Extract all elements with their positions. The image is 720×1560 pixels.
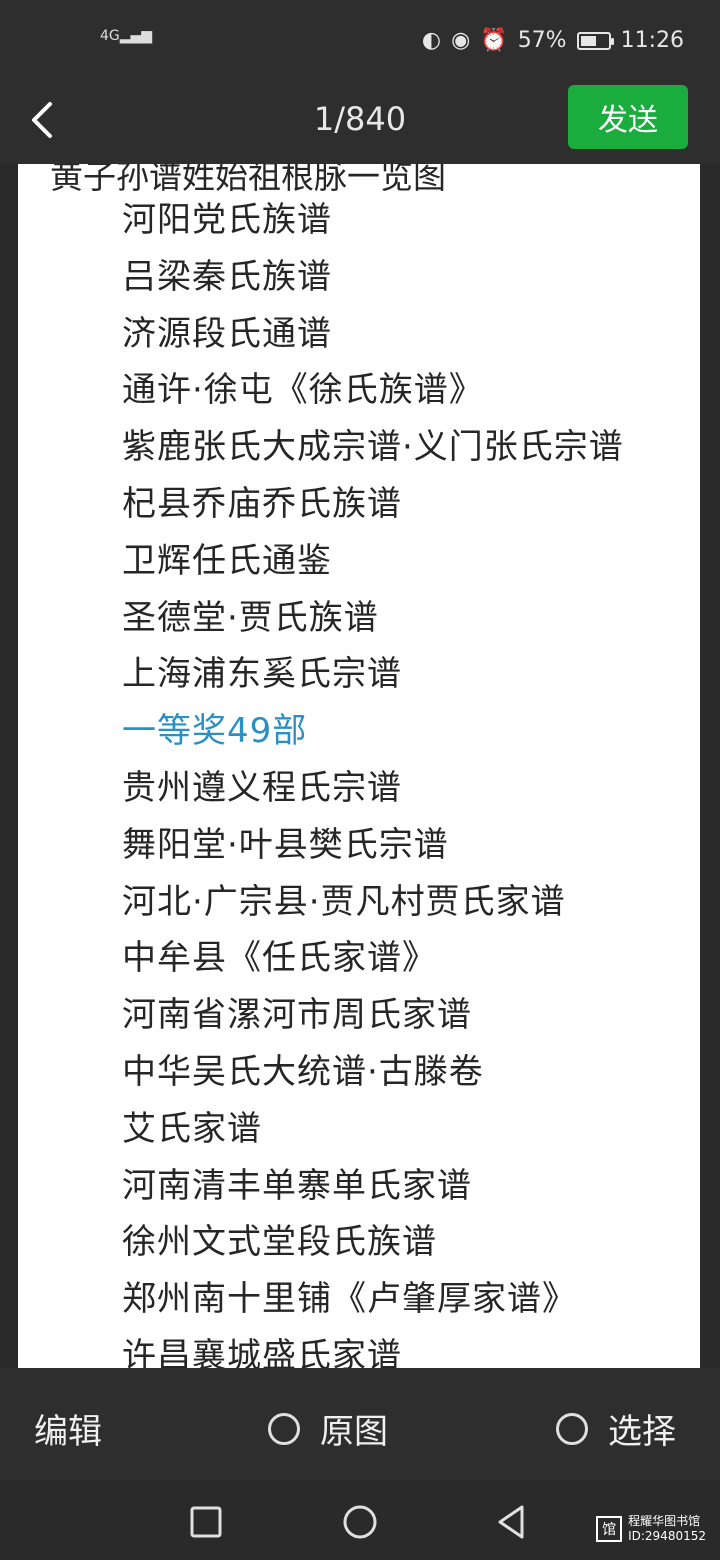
list-item: 河南清丰单寨单氏家谱 — [122, 1165, 472, 1206]
back-nav-icon[interactable] — [492, 1502, 532, 1542]
list-item: 中牟县《任氏家谱》 — [122, 938, 437, 979]
list-item: 艾氏家谱 — [122, 1108, 262, 1149]
watermark-line2: ID:29480152 — [628, 1529, 706, 1543]
alarm-icon: ⏰ — [480, 28, 508, 53]
original-label: 原图 — [320, 1412, 388, 1452]
original-image-toggle[interactable]: 原图 — [268, 1404, 388, 1453]
list-item: 许昌襄城盛氏家谱 — [122, 1335, 402, 1368]
list-item: 徐州文式堂段氏族谱 — [122, 1222, 437, 1263]
signal-icon: 4G▂▄▆ — [100, 28, 153, 44]
list-item: 贵州遵义程氏宗谱 — [122, 767, 402, 808]
radio-unchecked-icon — [268, 1412, 300, 1445]
list-item: 舞阳堂·叶县樊氏宗谱 — [122, 824, 449, 865]
radio-unchecked-icon — [556, 1412, 588, 1445]
send-button[interactable]: 发送 — [568, 85, 688, 149]
select-label: 选择 — [608, 1412, 676, 1452]
clock: 11:26 — [620, 28, 684, 53]
list-item: 吕梁秦氏族谱 — [122, 256, 332, 297]
list-item: 上海浦东奚氏宗谱 — [122, 654, 402, 695]
library-logo-icon: 馆 — [596, 1516, 623, 1542]
list-item: 中华吴氏大统谱·古滕卷 — [122, 1051, 484, 1092]
preview-bottom-bar: 编辑 原图 选择 — [0, 1368, 720, 1480]
list-item: 河阳党氏族谱 — [122, 200, 332, 240]
list-item: 紫鹿张氏大成宗谱·义门张氏宗谱 — [122, 427, 624, 468]
list-item: 河南省漯河市周氏家谱 — [122, 995, 472, 1036]
nfc-icon: ◐ — [421, 28, 442, 53]
list-item: 济源段氏通谱 — [122, 313, 332, 354]
home-icon[interactable] — [340, 1502, 380, 1542]
battery-icon — [576, 31, 614, 50]
battery-percent: 57% — [517, 28, 567, 53]
status-bar: 4G▂▄▆ ◐ ◉ ⏰ 57% 11:26 — [0, 0, 720, 80]
list-item: 郑州南十里铺《卢肇厚家谱》 — [122, 1279, 577, 1320]
list-item: 通许·徐屯《徐氏族谱》 — [122, 370, 484, 411]
eye-comfort-icon: ◉ — [451, 28, 471, 53]
status-icons: ◐ ◉ ⏰ 57% 11:26 — [422, 28, 684, 53]
list-item: 杞县乔庙乔氏族谱 — [122, 483, 402, 524]
preview-image: 黄子孙谱姓始祖根脉一览图 河阳党氏族谱 吕梁秦氏族谱 济源段氏通谱 通许·徐屯《徐氏族… — [18, 164, 700, 1368]
section-heading: 一等奖49部 — [122, 711, 308, 752]
recents-icon[interactable] — [186, 1502, 226, 1542]
watermark-line1: 程耀华图书馆 — [628, 1514, 701, 1528]
watermark: 馆 程耀华图书馆 ID:29480152 — [596, 1514, 706, 1544]
network-type: 4G — [100, 28, 120, 44]
list-item: 河北·广宗县·贾凡村贾氏家谱 — [122, 881, 566, 922]
edit-button[interactable]: 编辑 — [34, 1404, 102, 1453]
list-item: 卫辉任氏通鉴 — [122, 540, 332, 581]
select-toggle[interactable]: 选择 — [556, 1404, 676, 1453]
list-item: 圣德堂·贾氏族谱 — [122, 597, 379, 638]
image-preview-header: 1/840 发送 — [0, 80, 720, 164]
genealogy-list: 河阳党氏族谱 吕梁秦氏族谱 济源段氏通谱通许·徐屯《徐氏族谱》紫鹿张氏大成宗谱·义门… — [122, 192, 624, 1368]
